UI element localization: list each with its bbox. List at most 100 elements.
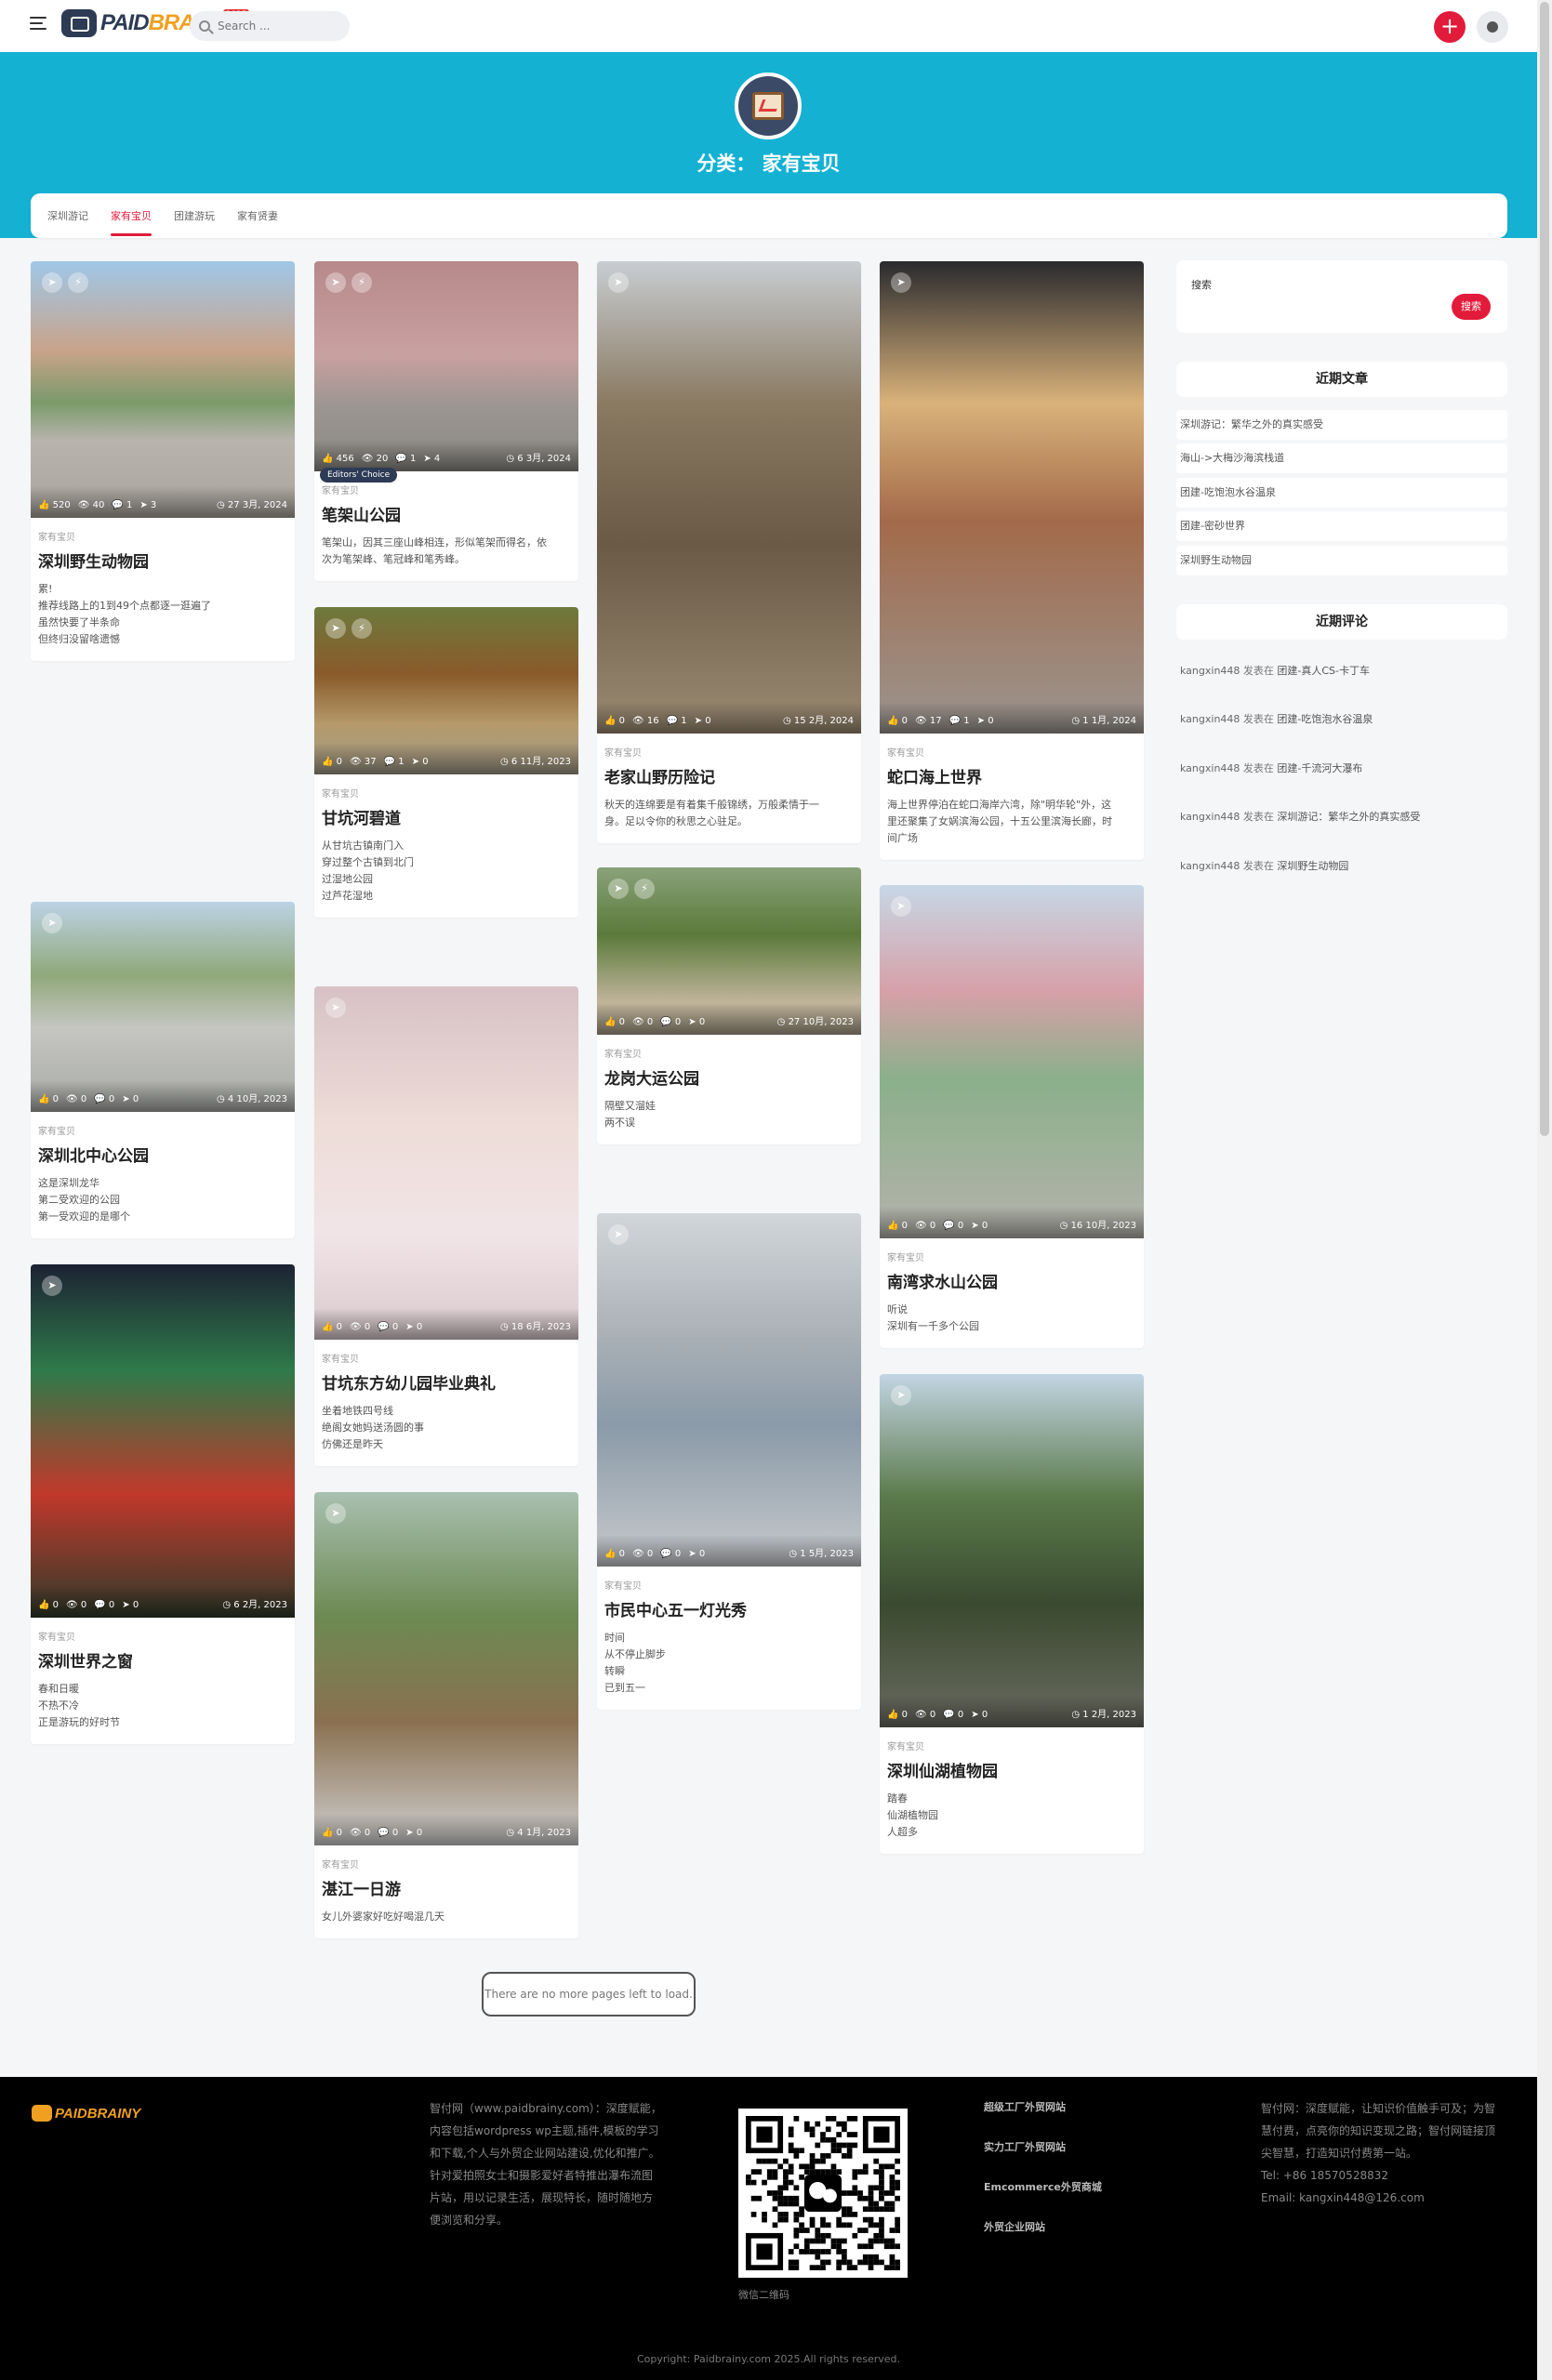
recent-post-link[interactable]: 深圳野生动物园 [1176, 546, 1507, 575]
shares-stat[interactable]: ➤ 0 [971, 1710, 988, 1720]
likes-stat[interactable]: 👍 0 [604, 1017, 625, 1027]
post-category[interactable]: 家有宝贝 [604, 1046, 854, 1060]
comments-stat[interactable]: 💬 0 [943, 1710, 963, 1720]
post-title[interactable]: 老家山野历险记 [604, 764, 854, 787]
footer-link[interactable]: Emcommerce外贸商城 [984, 2175, 1102, 2215]
post-thumbnail[interactable]: ➤ 👍 0 👁 0 💬 0 ➤ 0 ◷ 18 6月, 2023 [314, 986, 578, 1340]
header-search-input[interactable] [218, 20, 329, 33]
comments-stat[interactable]: 💬 1 [667, 716, 687, 726]
comment-article-link[interactable]: 团建-吃饱泡水谷温泉 [1277, 713, 1373, 725]
footer-email[interactable]: Email: kangxin448@126.com [1261, 2187, 1503, 2209]
post-card[interactable]: ➤ 👍 0 👁 0 💬 0 ➤ 0 ◷ 4 10月, 2023 家有宝贝 深圳北… [31, 902, 295, 1238]
likes-stat[interactable]: 👍 456 [322, 454, 354, 464]
tab-family-wife[interactable]: 家有贤妻 [237, 203, 278, 229]
tab-family-kids[interactable]: 家有宝贝 [111, 203, 152, 236]
post-thumbnail[interactable]: ➤ ⚡ 👍 456 👁 20 💬 1 ➤ 4 ◷ 6 3月, 2024 Edito… [314, 261, 578, 483]
shares-stat[interactable]: ➤ 0 [412, 757, 429, 767]
footer-logo[interactable]: PAIDBRAINY [32, 2105, 140, 2122]
post-thumbnail[interactable]: ➤ ⚡ 👍 0 👁 0 💬 0 ➤ 0 ◷ 27 10月, 2023 [597, 867, 861, 1035]
post-thumbnail[interactable]: ➤ 👍 0 👁 0 💬 0 ➤ 0 ◷ 1 2月, 2023 [880, 1374, 1144, 1727]
comments-stat[interactable]: 💬 0 [94, 1600, 114, 1610]
post-title[interactable]: 深圳野生动物园 [38, 549, 287, 572]
new-post-button[interactable]: + [1434, 11, 1466, 43]
post-title[interactable]: 甘坑河碧道 [322, 805, 571, 828]
post-category[interactable]: 家有宝贝 [887, 745, 1136, 759]
footer-link[interactable]: 超级工厂外贸网站 [984, 2096, 1102, 2135]
comments-stat[interactable]: 💬 0 [378, 1828, 398, 1838]
shares-stat[interactable]: ➤ 0 [405, 1322, 422, 1332]
post-title[interactable]: 龙岗大运公园 [604, 1065, 854, 1089]
likes-stat[interactable]: 👍 0 [604, 716, 625, 726]
comments-stat[interactable]: 💬 0 [94, 1094, 114, 1104]
post-thumbnail[interactable]: ➤ ⚡ 👍 0 👁 37 💬 1 ➤ 0 ◷ 6 11月, 2023 [314, 607, 578, 774]
post-card[interactable]: ➤ 👍 0 👁 16 💬 1 ➤ 0 ◷ 15 2月, 2024 家有宝贝 老家… [597, 261, 861, 843]
post-card[interactable]: ➤ 👍 0 👁 0 💬 0 ➤ 0 ◷ 4 1月, 2023 家有宝贝 湛江一日… [314, 1492, 578, 1938]
likes-stat[interactable]: 👍 0 [322, 1828, 342, 1838]
comments-stat[interactable]: 💬 0 [378, 1322, 398, 1332]
post-card[interactable]: ➤ 👍 0 👁 17 💬 1 ➤ 0 ◷ 1 1月, 2024 家有宝贝 蛇口海… [880, 261, 1144, 860]
post-category[interactable]: 家有宝贝 [322, 1351, 571, 1365]
post-category[interactable]: 家有宝贝 [38, 1123, 287, 1137]
footer-link[interactable]: 外贸企业网站 [984, 2215, 1102, 2255]
likes-stat[interactable]: 👍 0 [887, 1710, 908, 1720]
post-category[interactable]: 家有宝贝 [604, 1578, 854, 1592]
tab-shenzhen-travel[interactable]: 深圳游记 [47, 203, 88, 229]
scrollbar-thumb[interactable] [1540, 2, 1549, 1136]
post-category[interactable]: 家有宝贝 [38, 1629, 287, 1643]
post-thumbnail[interactable]: ➤ 👍 0 👁 16 💬 1 ➤ 0 ◷ 15 2月, 2024 [597, 261, 861, 734]
post-category[interactable]: 家有宝贝 [322, 786, 571, 800]
shares-stat[interactable]: ➤ 0 [977, 716, 994, 726]
post-card[interactable]: ➤ ⚡ 👍 0 👁 0 💬 0 ➤ 0 ◷ 27 10月, 2023 家有宝贝 龙… [597, 867, 861, 1144]
post-card[interactable]: ➤ 👍 0 👁 0 💬 0 ➤ 0 ◷ 6 2月, 2023 家有宝贝 深圳世界… [31, 1264, 295, 1744]
comments-stat[interactable]: 💬 1 [384, 757, 405, 767]
likes-stat[interactable]: 👍 0 [38, 1600, 59, 1610]
recent-post-link[interactable]: 团建-吃饱泡水谷温泉 [1176, 478, 1507, 508]
likes-stat[interactable]: 👍 0 [322, 757, 342, 767]
comment-author-link[interactable]: kangxin448 [1180, 665, 1240, 677]
footer-link[interactable]: 实力工厂外贸网站 [984, 2135, 1102, 2175]
shares-stat[interactable]: ➤ 0 [122, 1094, 139, 1104]
likes-stat[interactable]: 👍 0 [887, 1221, 908, 1231]
post-thumbnail[interactable]: ➤ 👍 0 👁 0 💬 0 ➤ 0 ◷ 1 5月, 2023 [597, 1213, 861, 1567]
shares-stat[interactable]: ➤ 0 [688, 1549, 705, 1559]
post-card[interactable]: ➤ ⚡ 👍 0 👁 37 💬 1 ➤ 0 ◷ 6 11月, 2023 家有宝贝 甘… [314, 607, 578, 918]
post-title[interactable]: 湛江一日游 [322, 1876, 571, 1899]
post-card[interactable]: ➤ ⚡ 👍 520 👁 40 💬 1 ➤ 3 ◷ 27 3月, 2024 家有宝贝… [31, 261, 295, 661]
post-category[interactable]: 家有宝贝 [887, 1739, 1136, 1752]
post-title[interactable]: 市民中心五一灯光秀 [604, 1597, 854, 1620]
recent-post-link[interactable]: 深圳游记：繁华之外的真实感受 [1176, 410, 1507, 440]
post-category[interactable]: 家有宝贝 [322, 483, 571, 496]
post-thumbnail[interactable]: ➤ 👍 0 👁 0 💬 0 ➤ 0 ◷ 6 2月, 2023 [31, 1264, 295, 1618]
post-category[interactable]: 家有宝贝 [887, 1250, 1136, 1263]
comment-author-link[interactable]: kangxin448 [1180, 713, 1240, 725]
comments-stat[interactable]: 💬 1 [112, 500, 132, 510]
comment-article-link[interactable]: 团建-千流河大瀑布 [1277, 762, 1362, 774]
likes-stat[interactable]: 👍 520 [38, 500, 71, 510]
recent-post-link[interactable]: 海山->大梅沙海滨栈道 [1176, 443, 1507, 473]
comments-stat[interactable]: 💬 0 [660, 1017, 681, 1027]
comment-author-link[interactable]: kangxin448 [1180, 762, 1240, 774]
likes-stat[interactable]: 👍 0 [38, 1094, 59, 1104]
likes-stat[interactable]: 👍 0 [322, 1322, 342, 1332]
comment-article-link[interactable]: 团建-真人CS-卡丁车 [1277, 665, 1370, 677]
post-card[interactable]: ➤ 👍 0 👁 0 💬 0 ➤ 0 ◷ 1 2月, 2023 家有宝贝 深圳仙湖… [880, 1374, 1144, 1854]
post-title[interactable]: 笔架山公园 [322, 502, 571, 525]
header-search[interactable] [190, 11, 350, 41]
hamburger-menu-icon[interactable] [30, 17, 46, 33]
post-title[interactable]: 南湾求水山公园 [887, 1269, 1136, 1292]
comments-stat[interactable]: 💬 0 [943, 1221, 963, 1231]
post-title[interactable]: 蛇口海上世界 [887, 764, 1136, 787]
comments-stat[interactable]: 💬 1 [949, 716, 970, 726]
post-card[interactable]: ➤ 👍 0 👁 0 💬 0 ➤ 0 ◷ 18 6月, 2023 家有宝贝 甘坑东… [314, 986, 578, 1466]
shares-stat[interactable]: ➤ 0 [688, 1017, 705, 1027]
post-title[interactable]: 深圳仙湖植物园 [887, 1758, 1136, 1781]
comment-article-link[interactable]: 深圳游记：繁华之外的真实感受 [1277, 811, 1420, 823]
comment-article-link[interactable]: 深圳野生动物园 [1277, 860, 1348, 872]
post-category[interactable]: 家有宝贝 [604, 745, 854, 759]
post-card[interactable]: ➤ ⚡ 👍 456 👁 20 💬 1 ➤ 4 ◷ 6 3月, 2024 Edito… [314, 261, 578, 581]
likes-stat[interactable]: 👍 0 [604, 1549, 625, 1559]
sidebar-search-label[interactable]: 搜索 [1191, 277, 1212, 292]
post-thumbnail[interactable]: ➤ 👍 0 👁 0 💬 0 ➤ 0 ◷ 4 1月, 2023 [314, 1492, 578, 1845]
tab-team-building[interactable]: 团建游玩 [174, 203, 215, 229]
sidebar-search-button[interactable]: 搜索 [1452, 294, 1491, 320]
